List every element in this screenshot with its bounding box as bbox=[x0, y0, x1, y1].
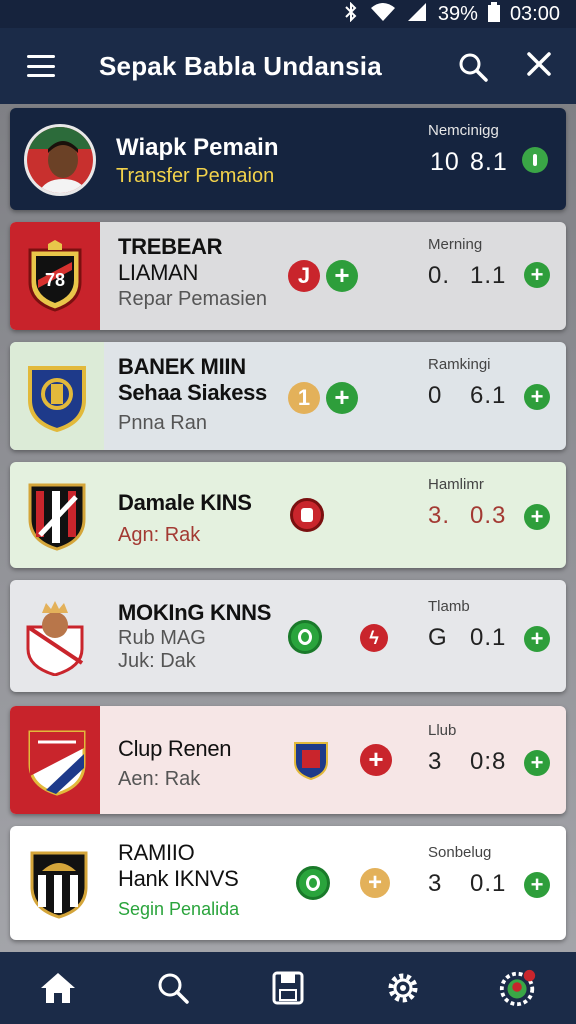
club-sub: Repar Pemasien bbox=[118, 288, 267, 310]
club-sub: Aen: Rak bbox=[118, 768, 201, 790]
stat-label: Merning bbox=[428, 236, 483, 253]
club-badge: 1 bbox=[288, 382, 320, 414]
club-badge: J bbox=[288, 260, 320, 292]
club-crest-icon bbox=[30, 851, 88, 919]
app-bar: Sepak Babla Undansia bbox=[0, 28, 576, 104]
club-crest-icon bbox=[28, 730, 86, 796]
club-name-line2: Hank IKNVS bbox=[118, 866, 239, 891]
player-avatar bbox=[24, 124, 96, 196]
stat-value-1: G bbox=[428, 624, 448, 651]
club-mini-crest-icon bbox=[288, 620, 322, 654]
stat-value-1: 3. bbox=[428, 502, 451, 529]
add-button[interactable]: + bbox=[360, 744, 392, 776]
stat-label: Hamlimr bbox=[428, 476, 484, 493]
stat-value-2: 0.1 bbox=[470, 870, 507, 897]
page-title: Sepak Babla Undansia bbox=[99, 50, 382, 81]
profile-icon[interactable] bbox=[498, 968, 538, 1008]
add-button[interactable]: + bbox=[524, 262, 550, 288]
stat-label: Ramkingi bbox=[428, 356, 491, 373]
club-name: MOKInG KNNS bbox=[118, 600, 272, 625]
status-bar: 39% 03:00 bbox=[0, 0, 576, 28]
club-name: TREBEAR bbox=[118, 234, 223, 259]
club-name: Clup Renen bbox=[118, 736, 232, 761]
stat-value-2: 0:8 bbox=[470, 748, 507, 775]
bottom-navigation bbox=[0, 952, 576, 1024]
club-name-line2: Sehaa Siakess bbox=[118, 380, 267, 405]
club-card[interactable]: BANEK MIIN Sehaa Siakess Pnna Ran 1 + Ra… bbox=[10, 342, 566, 450]
player-subtitle: Transfer Pemaion bbox=[116, 165, 275, 187]
club-mini-crest-icon bbox=[296, 866, 330, 900]
club-sub: Juk: Dak bbox=[118, 650, 196, 672]
stat-value-1: 3 bbox=[428, 870, 443, 897]
stat-value-1: 3 bbox=[428, 748, 443, 775]
add-button[interactable]: + bbox=[524, 872, 550, 898]
add-button[interactable]: + bbox=[524, 750, 550, 776]
club-card[interactable]: RAMIIO Hank IKNVS Segin Penalida + Sonbe… bbox=[10, 826, 566, 940]
wifi-icon bbox=[370, 2, 396, 27]
add-button[interactable]: + bbox=[524, 504, 550, 530]
add-button[interactable]: + bbox=[326, 260, 358, 292]
stat-label: Nemcinigg bbox=[428, 122, 499, 139]
club-name-line2: LIAMAN bbox=[118, 260, 199, 285]
add-button[interactable]: + bbox=[524, 384, 550, 410]
club-card[interactable]: 78 TREBEAR LIAMAN Repar Pemasien J + Mer… bbox=[10, 222, 566, 330]
settings-icon[interactable] bbox=[383, 968, 423, 1008]
club-name: RAMIIO bbox=[118, 840, 195, 865]
club-sub: Agn: Rak bbox=[118, 524, 201, 546]
club-mini-crest-icon bbox=[290, 498, 324, 532]
status-dot bbox=[522, 147, 548, 173]
stat-value-1: 10 bbox=[430, 148, 460, 176]
club-sub: Segin Penalida bbox=[118, 899, 240, 919]
clock: 03:00 bbox=[509, 2, 560, 25]
club-crest-icon bbox=[28, 483, 86, 551]
svg-text:78: 78 bbox=[45, 270, 65, 290]
battery-percentage: 39% bbox=[437, 2, 478, 25]
stat-value-1: 0 bbox=[428, 382, 443, 409]
home-icon[interactable] bbox=[38, 968, 78, 1008]
stat-value-2: 1.1 bbox=[470, 262, 507, 289]
add-button[interactable]: + bbox=[360, 868, 390, 898]
club-name-line2: Rub MAG bbox=[118, 627, 206, 649]
stat-value-2: 8.1 bbox=[470, 148, 508, 176]
battery-icon bbox=[487, 1, 500, 27]
club-card[interactable]: Clup Renen Aen: Rak + Llub 3 0:8 + bbox=[10, 706, 566, 814]
club-badge: ϟ bbox=[360, 624, 388, 652]
player-name: Wiapk Pemain bbox=[116, 134, 279, 161]
stat-label: Tlamb bbox=[428, 598, 470, 615]
club-mini-crest-icon bbox=[294, 742, 328, 780]
stat-label: Sonbelug bbox=[428, 844, 492, 861]
club-crest-icon: 78 bbox=[28, 240, 82, 312]
club-name: BANEK MIIN bbox=[118, 354, 246, 379]
stat-label: Llub bbox=[428, 722, 457, 739]
stat-value-2: 0.1 bbox=[470, 624, 507, 651]
club-crest-icon bbox=[28, 366, 86, 432]
signal-icon bbox=[406, 2, 428, 27]
add-button[interactable]: + bbox=[524, 626, 550, 652]
bluetooth-icon bbox=[342, 1, 360, 27]
menu-icon[interactable] bbox=[27, 55, 55, 77]
search-icon[interactable] bbox=[458, 52, 488, 82]
save-icon[interactable] bbox=[268, 968, 308, 1008]
club-name: Damale KINS bbox=[118, 490, 252, 515]
stat-value-2: 0.3 bbox=[470, 502, 507, 529]
stat-value-2: 6.1 bbox=[470, 382, 507, 409]
club-card[interactable]: MOKInG KNNS Rub MAG Juk: Dak ϟ Tlamb G 0.… bbox=[10, 580, 566, 692]
featured-player-card[interactable]: Wiapk Pemain Transfer Pemaion Nemcinigg … bbox=[10, 108, 566, 210]
club-card[interactable]: Damale KINS Agn: Rak Hamlimr 3. 0.3 + bbox=[10, 462, 566, 568]
close-icon[interactable] bbox=[526, 50, 552, 82]
club-sub: Pnna Ran bbox=[118, 412, 207, 434]
add-button[interactable]: + bbox=[326, 382, 358, 414]
club-crest-icon bbox=[26, 601, 84, 676]
stat-value-1: 0. bbox=[428, 262, 451, 289]
search-icon[interactable] bbox=[153, 968, 193, 1008]
club-list: Wiapk Pemain Transfer Pemaion Nemcinigg … bbox=[0, 104, 576, 952]
